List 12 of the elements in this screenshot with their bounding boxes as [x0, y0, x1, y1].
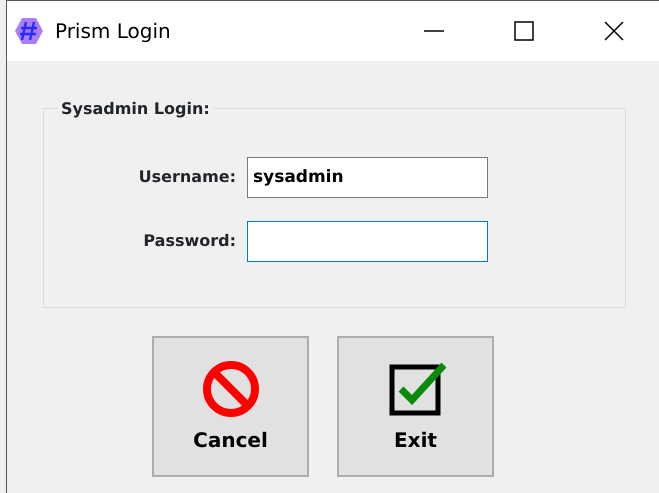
close-icon: [604, 21, 624, 41]
window-title: Prism Login: [55, 18, 171, 45]
minimize-icon: [424, 30, 444, 32]
app-icon: [13, 15, 45, 47]
cancel-icon: [200, 358, 260, 418]
maximize-icon: [514, 21, 534, 41]
dialog-button[interactable]: Exit: [337, 336, 494, 477]
input-field[interactable]: [247, 220, 488, 262]
dialog-button[interactable]: Cancel: [152, 336, 309, 477]
field-label: Password:: [142, 230, 237, 252]
field-label: Username:: [138, 166, 237, 188]
input-field[interactable]: sysadmin: [247, 156, 488, 198]
